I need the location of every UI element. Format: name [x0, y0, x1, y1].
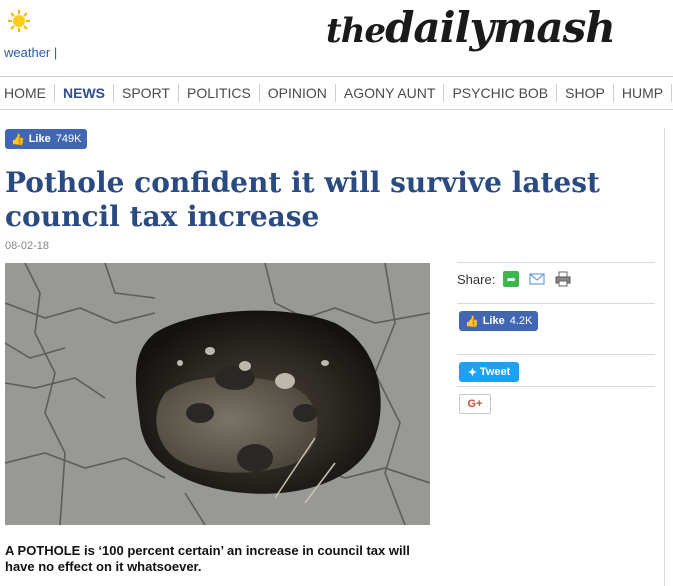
article-like-button[interactable]: 👍 Like 4.2K: [459, 311, 539, 331]
share-label: Share:: [457, 271, 496, 287]
nav-item-shop[interactable]: SHOP: [557, 84, 614, 102]
article-image: [5, 263, 430, 525]
nav-item-news[interactable]: NEWS: [55, 84, 114, 102]
article-like-count: 4.2K: [509, 315, 533, 327]
logo-main: dailymash: [385, 3, 616, 52]
share-divider: [457, 386, 655, 387]
nav-item-sport[interactable]: SPORT: [114, 84, 179, 102]
google-plus-label: G+: [467, 398, 483, 410]
print-icon[interactable]: [555, 271, 571, 287]
share-divider: [457, 354, 655, 355]
article-date: 08-02-18: [5, 240, 50, 252]
twitter-bird-icon: ✦: [467, 366, 477, 379]
thumbs-up-icon: 👍: [465, 315, 479, 328]
article-like-label: Like: [482, 315, 505, 327]
google-plus-button[interactable]: G+: [459, 394, 491, 414]
content-divider: [664, 128, 665, 586]
nav-item-psychic-bob[interactable]: PSYCHIC BOB: [444, 84, 558, 102]
tweet-button[interactable]: ✦ Tweet: [459, 362, 519, 382]
article-title: Pothole confident it will survive latest…: [5, 166, 600, 233]
weather-link[interactable]: weather |: [4, 45, 57, 60]
share-divider: [457, 303, 655, 304]
page-like-button[interactable]: 👍 Like 749K: [5, 129, 88, 149]
share-bar: Share: ➦: [457, 262, 655, 287]
site-header: weather | thedailymash: [0, 0, 673, 76]
nav-item-agony-aunt[interactable]: AGONY AUNT: [336, 84, 445, 102]
logo-the: the: [326, 11, 386, 51]
main-nav: HOME NEWS SPORT POLITICS OPINION AGONY A…: [0, 76, 673, 110]
article-lede: A POTHOLE is ‘100 percent certain’ an in…: [5, 543, 410, 574]
page-like-count: 749K: [55, 133, 82, 145]
thumbs-up-icon: 👍: [11, 133, 25, 146]
nav-item-opinion[interactable]: OPINION: [260, 84, 336, 102]
nav-item-home[interactable]: HOME: [0, 84, 55, 102]
share-icon[interactable]: ➦: [503, 271, 520, 287]
email-icon[interactable]: [529, 271, 545, 287]
nav-item-hump[interactable]: HUMP: [614, 84, 673, 102]
nav-item-politics[interactable]: POLITICS: [179, 84, 260, 102]
tweet-label: Tweet: [479, 366, 511, 378]
site-logo[interactable]: thedailymash: [326, 3, 616, 52]
sun-weather-icon[interactable]: [8, 10, 30, 32]
page-like-label: Like: [28, 133, 51, 145]
